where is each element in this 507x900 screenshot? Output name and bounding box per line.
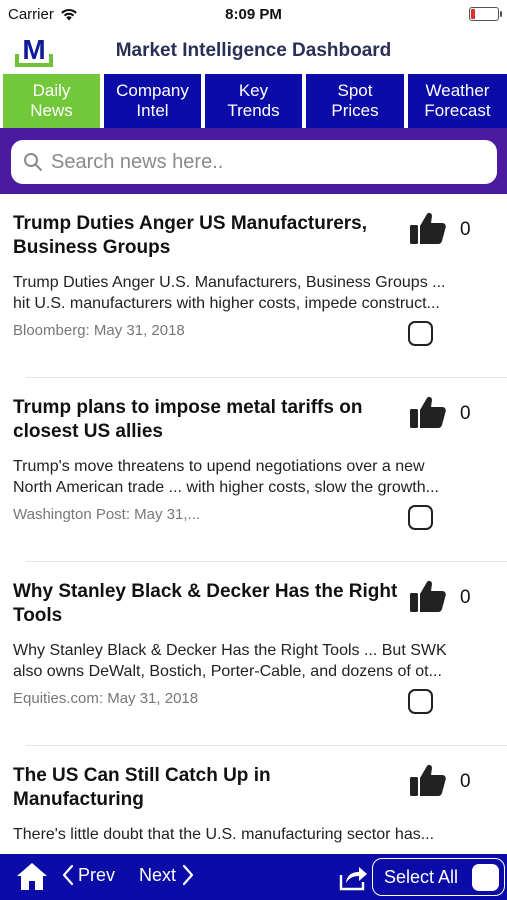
search-box[interactable]: [11, 140, 497, 184]
search-input[interactable]: [51, 150, 471, 174]
search-icon: [24, 153, 42, 171]
prev-label: Prev: [78, 864, 116, 885]
wifi-icon: [61, 8, 77, 21]
tab-daily-news[interactable]: Daily News: [3, 74, 100, 128]
next-button[interactable]: Next: [139, 864, 194, 886]
tab-bar: Daily News Company Intel Key Trends Spot…: [0, 74, 507, 128]
news-item[interactable]: Trump Duties Anger US Manufacturers, Bus…: [0, 194, 507, 378]
status-left: Carrier: [8, 6, 78, 23]
news-checkbox[interactable]: [408, 321, 433, 346]
news-source: Equities.com: May 31, 2018: [13, 690, 199, 707]
tab-label: Key Trends: [227, 81, 280, 120]
description-line: also owns DeWalt, Bostich, Porter-Cable,…: [13, 663, 442, 680]
app-header: M Market Intelligence Dashboard: [0, 28, 507, 74]
select-all-label: Select All: [384, 866, 459, 887]
chevron-right-icon: [182, 864, 194, 886]
status-bar: Carrier 8:09 PM: [0, 0, 507, 28]
description-line: Trump's move threatens to upend negotiat…: [13, 458, 425, 475]
app-title: Market Intelligence Dashboard: [115, 40, 392, 61]
news-title[interactable]: The US Can Still Catch Up in Manufacturi…: [13, 764, 398, 812]
tab-label: Weather Forecast: [424, 81, 491, 120]
tab-weather-forecast[interactable]: Weather Forecast: [408, 74, 507, 128]
search-band: [0, 128, 507, 194]
description-line: hit U.S. manufacturers with higher costs…: [13, 295, 440, 312]
news-item[interactable]: Trump plans to impose metal tariffs on c…: [0, 378, 507, 562]
news-description: Why Stanley Black & Decker Has the Right…: [13, 640, 495, 682]
description-line: North American trade ... with higher cos…: [13, 479, 439, 496]
like-count: 0: [460, 403, 471, 424]
tab-label: Spot Prices: [331, 81, 379, 120]
news-source: Bloomberg: May 31, 2018: [13, 322, 185, 339]
news-checkbox[interactable]: [408, 505, 433, 530]
thumbs-up-icon[interactable]: [408, 210, 448, 246]
select-all-checkbox[interactable]: [472, 864, 499, 891]
like-count: 0: [460, 587, 471, 608]
news-item[interactable]: Why Stanley Black & Decker Has the Right…: [0, 562, 507, 746]
share-icon[interactable]: [338, 863, 368, 891]
battery-icon: [469, 7, 502, 21]
carrier-label: Carrier: [8, 5, 54, 23]
battery-fill: [471, 9, 475, 19]
description-line: Why Stanley Black & Decker Has the Right…: [13, 642, 447, 659]
description-line: There's little doubt that the U.S. manuf…: [13, 826, 435, 843]
news-title[interactable]: Trump Duties Anger US Manufacturers, Bus…: [13, 212, 398, 260]
news-item[interactable]: The US Can Still Catch Up in Manufacturi…: [0, 746, 507, 854]
thumbs-up-icon[interactable]: [408, 762, 448, 798]
news-description: There's little doubt that the U.S. manuf…: [13, 824, 495, 845]
home-icon[interactable]: [16, 861, 48, 891]
next-label: Next: [139, 864, 177, 885]
tab-company-intel[interactable]: Company Intel: [104, 74, 201, 128]
thumbs-up-icon[interactable]: [408, 578, 448, 614]
news-title[interactable]: Why Stanley Black & Decker Has the Right…: [13, 580, 398, 628]
news-description: Trump Duties Anger U.S. Manufacturers, B…: [13, 272, 495, 314]
description-line: Trump Duties Anger U.S. Manufacturers, B…: [13, 274, 446, 291]
news-list: Trump Duties Anger US Manufacturers, Bus…: [0, 194, 507, 854]
news-source: Washington Post: May 31,...: [13, 506, 201, 523]
bottom-toolbar: Prev Next Select All: [0, 854, 507, 900]
news-checkbox[interactable]: [408, 689, 433, 714]
chevron-left-icon: [62, 864, 74, 886]
like-count: 0: [460, 771, 471, 792]
news-title[interactable]: Trump plans to impose metal tariffs on c…: [13, 396, 398, 444]
tab-key-trends[interactable]: Key Trends: [205, 74, 302, 128]
like-count: 0: [460, 219, 471, 240]
news-description: Trump's move threatens to upend negotiat…: [13, 456, 495, 498]
tab-label: Company Intel: [116, 81, 189, 120]
prev-button[interactable]: Prev: [62, 864, 115, 886]
thumbs-up-icon[interactable]: [408, 394, 448, 430]
tab-spot-prices[interactable]: Spot Prices: [306, 74, 404, 128]
select-all-button[interactable]: Select All: [372, 858, 505, 896]
tab-label: Daily News: [30, 81, 73, 120]
